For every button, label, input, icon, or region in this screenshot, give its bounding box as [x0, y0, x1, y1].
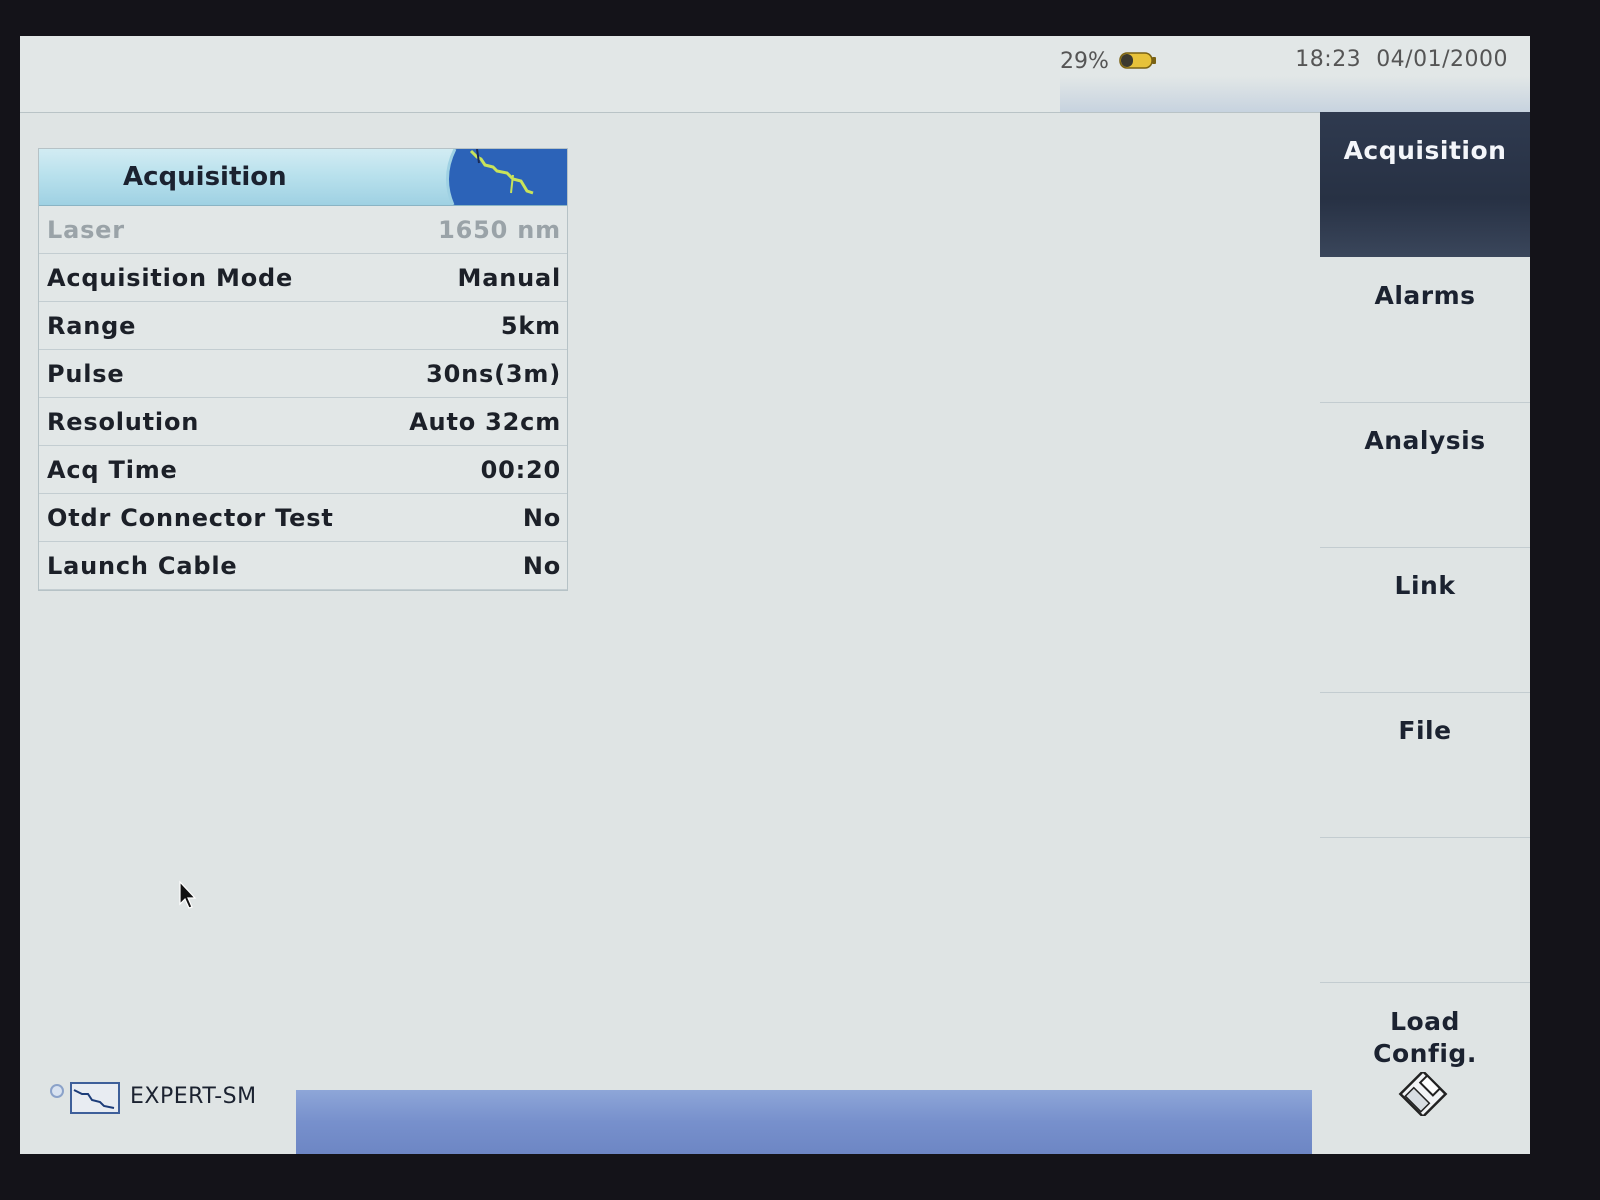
menu-item-file[interactable]: File: [1320, 692, 1530, 838]
load-config-label: Load Config.: [1373, 1007, 1477, 1068]
battery-percent: 29%: [1060, 49, 1109, 74]
bottom-info-bar: [296, 1090, 1312, 1154]
menu-item-label: File: [1398, 716, 1452, 745]
param-value: 30ns(3m): [426, 360, 561, 388]
param-value: 1650 nm: [438, 216, 561, 244]
side-menu: Acquisition Alarms Analysis Link File Load C…: [1320, 112, 1530, 1154]
menu-item-label: Alarms: [1374, 281, 1476, 310]
param-row[interactable]: Launch Cable No: [39, 542, 567, 590]
param-label: Laser: [47, 216, 125, 244]
mode-indicator: EXPERT-SM: [48, 1080, 298, 1120]
param-label: Acquisition Mode: [47, 264, 294, 292]
param-row[interactable]: Acquisition Mode Manual: [39, 254, 567, 302]
menu-item-acquisition[interactable]: Acquisition: [1320, 112, 1530, 257]
param-label: Launch Cable: [47, 552, 238, 580]
panel-header: Acquisition: [39, 149, 567, 206]
panel-title: Acquisition: [123, 162, 287, 192]
param-row: Laser 1650 nm: [39, 206, 567, 254]
menu-item-label: Analysis: [1364, 426, 1486, 455]
param-row[interactable]: Range 5km: [39, 302, 567, 350]
param-row[interactable]: Pulse 30ns(3m): [39, 350, 567, 398]
mode-label: EXPERT-SM: [130, 1084, 257, 1109]
param-label: Acq Time: [47, 456, 178, 484]
otdr-curve-icon: [446, 149, 567, 205]
param-label: Range: [47, 312, 137, 340]
status-dot-icon: [50, 1084, 64, 1098]
menu-item-link[interactable]: Link: [1320, 547, 1530, 693]
menu-item-label: Link: [1394, 571, 1456, 600]
param-row[interactable]: Acq Time 00:20: [39, 446, 567, 494]
menu-item-analysis[interactable]: Analysis: [1320, 402, 1530, 548]
menu-item-label: Acquisition: [1343, 136, 1507, 165]
param-value: No: [522, 504, 561, 532]
param-value: 00:20: [480, 456, 561, 484]
menu-item-label: [1320, 837, 1530, 861]
param-value: 5km: [500, 312, 561, 340]
diskette-icon: [1398, 1072, 1448, 1116]
parameter-list: Laser 1650 nm Acquisition Mode Manual Range 5…: [39, 206, 567, 590]
status-bar: 29% 18:23 04/01/2000: [20, 36, 1530, 113]
menu-item-alarms[interactable]: Alarms: [1320, 257, 1530, 403]
menu-item-empty[interactable]: [1320, 837, 1530, 983]
param-row[interactable]: Otdr Connector Test No: [39, 494, 567, 542]
param-value: No: [522, 552, 561, 580]
time: 18:23: [1295, 47, 1362, 72]
otdr-trace-icon: [70, 1082, 120, 1114]
clock: 18:23 04/01/2000: [1295, 47, 1508, 72]
param-label: Otdr Connector Test: [47, 504, 334, 532]
load-config-button[interactable]: Load Config.: [1320, 982, 1530, 1154]
param-label: Pulse: [47, 360, 125, 388]
otdr-screen: 29% 18:23 04/01/2000 Acquisition Laser 16…: [20, 36, 1530, 1154]
param-label: Resolution: [47, 408, 200, 436]
battery-icon: [1119, 52, 1156, 69]
param-row[interactable]: Resolution Auto 32cm: [39, 398, 567, 446]
mouse-cursor-icon: [179, 880, 197, 909]
acquisition-panel: Acquisition Laser 1650 nm Acquisition Mode…: [38, 148, 568, 591]
param-value: Auto 32cm: [409, 408, 561, 436]
date: 04/01/2000: [1376, 47, 1508, 72]
param-value: Manual: [457, 264, 561, 292]
